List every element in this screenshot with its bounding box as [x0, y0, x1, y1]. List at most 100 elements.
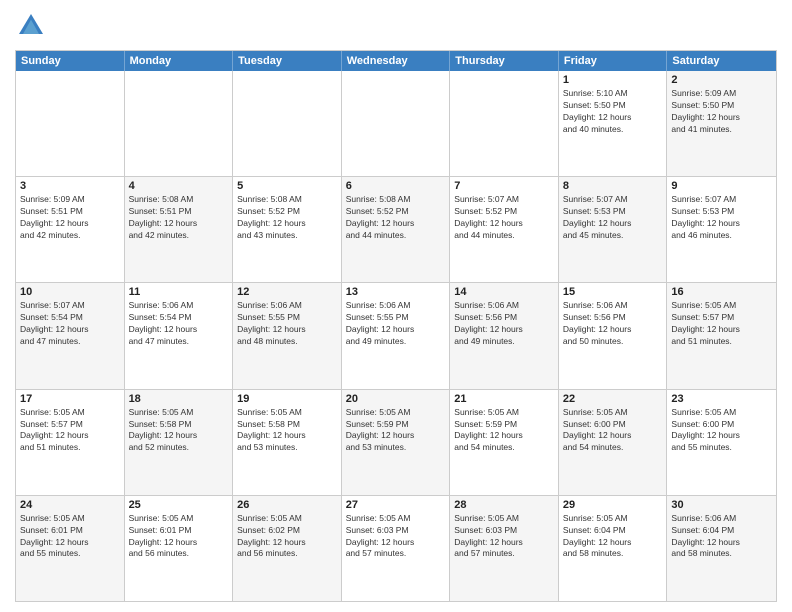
day-number: 26	[237, 499, 337, 511]
day-info: Sunrise: 5:09 AM Sunset: 5:50 PM Dayligh…	[671, 88, 772, 136]
cal-cell: 7Sunrise: 5:07 AM Sunset: 5:52 PM Daylig…	[450, 177, 559, 282]
day-number: 19	[237, 393, 337, 405]
day-number: 20	[346, 393, 446, 405]
day-number: 25	[129, 499, 229, 511]
day-info: Sunrise: 5:07 AM Sunset: 5:53 PM Dayligh…	[563, 194, 663, 242]
cal-cell	[233, 71, 342, 176]
day-info: Sunrise: 5:06 AM Sunset: 5:56 PM Dayligh…	[563, 300, 663, 348]
day-number: 27	[346, 499, 446, 511]
day-info: Sunrise: 5:05 AM Sunset: 6:02 PM Dayligh…	[237, 513, 337, 561]
day-number: 29	[563, 499, 663, 511]
day-number: 30	[671, 499, 772, 511]
week-row-2: 3 Sunrise: 5:09 AM Sunset: 5:51 PM Daylig…	[16, 177, 776, 283]
cal-cell: 30 Sunrise: 5:06 AM Sunset: 6:04 PM Dayli…	[667, 496, 776, 601]
day-info: Sunrise: 5:05 AM Sunset: 5:58 PM Dayligh…	[129, 407, 229, 455]
day-number: 21	[454, 393, 554, 405]
cal-cell: 26 Sunrise: 5:05 AM Sunset: 6:02 PM Dayli…	[233, 496, 342, 601]
day-number: 1	[563, 74, 663, 86]
cal-cell: 15 Sunrise: 5:06 AM Sunset: 5:56 PM Dayli…	[559, 283, 668, 388]
calendar: SundayMondayTuesdayWednesdayThursdayFrid…	[15, 50, 777, 602]
day-info: Sunrise: 5:07 AM Sunset: 5:53 PM Dayligh…	[671, 194, 772, 242]
day-info: Sunrise: 5:05 AM Sunset: 5:57 PM Dayligh…	[671, 300, 772, 348]
cal-cell: 1 Sunrise: 5:10 AM Sunset: 5:50 PM Daylig…	[559, 71, 668, 176]
calendar-header: SundayMondayTuesdayWednesdayThursdayFrid…	[16, 51, 776, 71]
cal-cell: 10Sunrise: 5:07 AM Sunset: 5:54 PM Dayli…	[16, 283, 125, 388]
day-number: 9	[671, 180, 772, 192]
day-header-wednesday: Wednesday	[342, 51, 451, 71]
cal-cell: 23 Sunrise: 5:05 AM Sunset: 6:00 PM Dayli…	[667, 390, 776, 495]
day-info: Sunrise: 5:08 AM Sunset: 5:52 PM Dayligh…	[346, 194, 446, 242]
day-number: 4	[129, 180, 229, 192]
logo-icon	[15, 10, 47, 42]
cal-cell: 2Sunrise: 5:09 AM Sunset: 5:50 PM Daylig…	[667, 71, 776, 176]
day-header-thursday: Thursday	[450, 51, 559, 71]
day-info: Sunrise: 5:05 AM Sunset: 6:04 PM Dayligh…	[563, 513, 663, 561]
day-number: 8	[563, 180, 663, 192]
cal-cell: 24 Sunrise: 5:05 AM Sunset: 6:01 PM Dayli…	[16, 496, 125, 601]
cal-cell: 6 Sunrise: 5:08 AM Sunset: 5:52 PM Daylig…	[342, 177, 451, 282]
day-info: Sunrise: 5:05 AM Sunset: 5:59 PM Dayligh…	[346, 407, 446, 455]
day-number: 28	[454, 499, 554, 511]
day-number: 12	[237, 286, 337, 298]
day-number: 17	[20, 393, 120, 405]
day-info: Sunrise: 5:05 AM Sunset: 6:00 PM Dayligh…	[671, 407, 772, 455]
cal-cell: 27Sunrise: 5:05 AM Sunset: 6:03 PM Dayli…	[342, 496, 451, 601]
day-number: 3	[20, 180, 120, 192]
day-number: 23	[671, 393, 772, 405]
day-info: Sunrise: 5:08 AM Sunset: 5:52 PM Dayligh…	[237, 194, 337, 242]
day-info: Sunrise: 5:05 AM Sunset: 6:00 PM Dayligh…	[563, 407, 663, 455]
day-info: Sunrise: 5:06 AM Sunset: 5:54 PM Dayligh…	[129, 300, 229, 348]
week-row-4: 17Sunrise: 5:05 AM Sunset: 5:57 PM Dayli…	[16, 390, 776, 496]
day-number: 10	[20, 286, 120, 298]
page: SundayMondayTuesdayWednesdayThursdayFrid…	[0, 0, 792, 612]
day-number: 6	[346, 180, 446, 192]
day-info: Sunrise: 5:06 AM Sunset: 5:55 PM Dayligh…	[237, 300, 337, 348]
day-number: 5	[237, 180, 337, 192]
cal-cell: 14Sunrise: 5:06 AM Sunset: 5:56 PM Dayli…	[450, 283, 559, 388]
day-number: 24	[20, 499, 120, 511]
day-number: 15	[563, 286, 663, 298]
day-header-saturday: Saturday	[667, 51, 776, 71]
cal-cell: 21 Sunrise: 5:05 AM Sunset: 5:59 PM Dayli…	[450, 390, 559, 495]
day-header-monday: Monday	[125, 51, 234, 71]
calendar-body: 1 Sunrise: 5:10 AM Sunset: 5:50 PM Daylig…	[16, 71, 776, 601]
cal-cell: 18 Sunrise: 5:05 AM Sunset: 5:58 PM Dayli…	[125, 390, 234, 495]
cal-cell: 9 Sunrise: 5:07 AM Sunset: 5:53 PM Daylig…	[667, 177, 776, 282]
cal-cell: 3 Sunrise: 5:09 AM Sunset: 5:51 PM Daylig…	[16, 177, 125, 282]
day-number: 22	[563, 393, 663, 405]
day-info: Sunrise: 5:10 AM Sunset: 5:50 PM Dayligh…	[563, 88, 663, 136]
cal-cell	[16, 71, 125, 176]
day-number: 14	[454, 286, 554, 298]
week-row-3: 10Sunrise: 5:07 AM Sunset: 5:54 PM Dayli…	[16, 283, 776, 389]
cal-cell: 29 Sunrise: 5:05 AM Sunset: 6:04 PM Dayli…	[559, 496, 668, 601]
cal-cell: 17Sunrise: 5:05 AM Sunset: 5:57 PM Dayli…	[16, 390, 125, 495]
header	[15, 10, 777, 42]
day-header-tuesday: Tuesday	[233, 51, 342, 71]
cal-cell: 5 Sunrise: 5:08 AM Sunset: 5:52 PM Daylig…	[233, 177, 342, 282]
cal-cell: 20 Sunrise: 5:05 AM Sunset: 5:59 PM Dayli…	[342, 390, 451, 495]
logo	[15, 10, 51, 42]
day-info: Sunrise: 5:05 AM Sunset: 6:03 PM Dayligh…	[454, 513, 554, 561]
day-number: 18	[129, 393, 229, 405]
cal-cell: 28 Sunrise: 5:05 AM Sunset: 6:03 PM Dayli…	[450, 496, 559, 601]
day-info: Sunrise: 5:06 AM Sunset: 6:04 PM Dayligh…	[671, 513, 772, 561]
cal-cell: 16 Sunrise: 5:05 AM Sunset: 5:57 PM Dayli…	[667, 283, 776, 388]
cal-cell	[450, 71, 559, 176]
cal-cell: 25 Sunrise: 5:05 AM Sunset: 6:01 PM Dayli…	[125, 496, 234, 601]
day-info: Sunrise: 5:05 AM Sunset: 5:59 PM Dayligh…	[454, 407, 554, 455]
cal-cell: 12 Sunrise: 5:06 AM Sunset: 5:55 PM Dayli…	[233, 283, 342, 388]
day-info: Sunrise: 5:08 AM Sunset: 5:51 PM Dayligh…	[129, 194, 229, 242]
cal-cell: 13Sunrise: 5:06 AM Sunset: 5:55 PM Dayli…	[342, 283, 451, 388]
day-header-sunday: Sunday	[16, 51, 125, 71]
day-info: Sunrise: 5:09 AM Sunset: 5:51 PM Dayligh…	[20, 194, 120, 242]
week-row-5: 24 Sunrise: 5:05 AM Sunset: 6:01 PM Dayli…	[16, 496, 776, 601]
day-number: 16	[671, 286, 772, 298]
cal-cell: 22 Sunrise: 5:05 AM Sunset: 6:00 PM Dayli…	[559, 390, 668, 495]
day-number: 11	[129, 286, 229, 298]
cal-cell: 19Sunrise: 5:05 AM Sunset: 5:58 PM Dayli…	[233, 390, 342, 495]
cal-cell: 4 Sunrise: 5:08 AM Sunset: 5:51 PM Daylig…	[125, 177, 234, 282]
day-info: Sunrise: 5:06 AM Sunset: 5:55 PM Dayligh…	[346, 300, 446, 348]
day-info: Sunrise: 5:05 AM Sunset: 6:01 PM Dayligh…	[20, 513, 120, 561]
cal-cell	[342, 71, 451, 176]
day-info: Sunrise: 5:05 AM Sunset: 6:01 PM Dayligh…	[129, 513, 229, 561]
